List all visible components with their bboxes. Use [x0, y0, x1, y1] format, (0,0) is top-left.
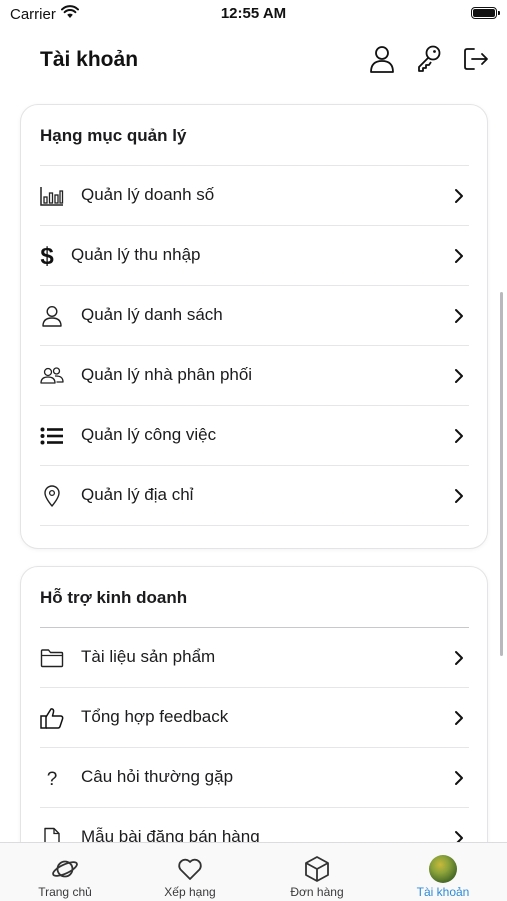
- location-pin-icon: [40, 484, 64, 508]
- menu-item-task-management[interactable]: Quản lý công việc: [40, 405, 469, 465]
- change-password-button[interactable]: [414, 45, 444, 78]
- menu-item-label: Quản lý thu nhập: [71, 245, 201, 264]
- menu-item-label: Câu hỏi thường gặp: [81, 767, 234, 786]
- logout-button[interactable]: [461, 46, 491, 76]
- chevron-right-icon: [454, 488, 464, 509]
- bar-chart-icon: [40, 184, 64, 208]
- svg-text:$: $: [40, 244, 54, 268]
- menu-item-address-management[interactable]: Quản lý địa chỉ: [40, 465, 469, 525]
- box-icon: [303, 855, 331, 883]
- menu-item-income-management[interactable]: $ Quản lý thu nhập: [40, 225, 469, 285]
- section-title: Hỗ trợ kinh doanh: [40, 588, 188, 607]
- chevron-right-icon: [454, 770, 464, 791]
- divider: [40, 525, 469, 526]
- battery-icon: [471, 7, 500, 19]
- menu-item-label: Tổng hợp feedback: [81, 707, 229, 726]
- menu-item-label: Quản lý công việc: [81, 425, 217, 444]
- tab-label: Đơn hàng: [290, 885, 344, 899]
- page-title: Tài khoản: [40, 48, 139, 71]
- chevron-right-icon: [454, 248, 464, 269]
- chevron-right-icon: [454, 308, 464, 329]
- menu-item-feedback-summary[interactable]: Tổng hợp feedback: [40, 687, 469, 747]
- section-title: Hạng mục quản lý: [40, 126, 187, 145]
- tab-label: Trang chủ: [38, 885, 92, 899]
- planet-icon: [51, 855, 79, 883]
- tab-bar: Trang chủ Xếp hạng Đơn hàng Tài khoản: [0, 842, 507, 901]
- list-icon: [40, 424, 64, 448]
- avatar: [429, 855, 457, 883]
- person-icon: [40, 304, 64, 328]
- chevron-right-icon: [454, 428, 464, 449]
- menu-item-label: Quản lý danh sách: [81, 305, 223, 324]
- svg-text:?: ?: [47, 769, 58, 789]
- thumbs-up-icon: [40, 706, 64, 730]
- avatar-wrapper: [429, 855, 457, 883]
- chevron-right-icon: [454, 710, 464, 731]
- menu-item-list-management[interactable]: Quản lý danh sách: [40, 285, 469, 345]
- tab-label: Xếp hạng: [164, 885, 216, 899]
- tab-home[interactable]: Trang chủ: [2, 843, 128, 901]
- menu-item-label: Quản lý địa chỉ: [81, 485, 194, 504]
- menu-item-sales-management[interactable]: Quản lý doanh số: [40, 165, 469, 225]
- menu-item-product-documents[interactable]: Tài liệu sản phẩm: [40, 627, 469, 687]
- tab-ranking[interactable]: Xếp hạng: [127, 843, 253, 901]
- tab-account[interactable]: Tài khoản: [380, 843, 506, 901]
- menu-item-distributor-management[interactable]: Quản lý nhà phân phối: [40, 345, 469, 405]
- heart-icon: [176, 855, 204, 883]
- chevron-right-icon: [454, 188, 464, 209]
- people-icon: [40, 364, 64, 388]
- management-section-card: Hạng mục quản lý Quản lý doanh số $ Quản…: [20, 104, 488, 549]
- person-icon: [369, 45, 395, 78]
- question-icon: ?: [40, 766, 64, 790]
- logout-icon: [463, 46, 489, 77]
- scrollbar[interactable]: [500, 292, 503, 656]
- key-icon: [416, 45, 442, 78]
- dollar-icon: $: [40, 244, 54, 268]
- tab-label: Tài khoản: [416, 885, 470, 899]
- tab-orders[interactable]: Đơn hàng: [254, 843, 380, 901]
- menu-item-label: Tài liệu sản phẩm: [81, 647, 216, 666]
- chevron-right-icon: [454, 650, 464, 671]
- folder-icon: [40, 646, 64, 670]
- menu-item-label: Quản lý doanh số: [81, 185, 215, 204]
- chevron-right-icon: [454, 368, 464, 389]
- profile-button[interactable]: [367, 45, 397, 78]
- status-bar: Carrier 12:55 AM: [0, 0, 507, 28]
- menu-item-faq[interactable]: ? Câu hỏi thường gặp: [40, 747, 469, 807]
- clock: 12:55 AM: [220, 5, 287, 22]
- menu-item-label: Quản lý nhà phân phối: [81, 365, 253, 384]
